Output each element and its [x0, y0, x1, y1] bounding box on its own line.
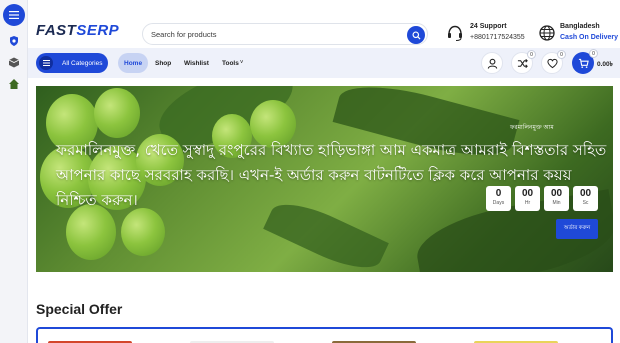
page: FASTSERP 24 Support +8801717524355 Bangl… — [0, 0, 620, 343]
countdown-days-value: 0 — [495, 188, 502, 199]
countdown-days: 0 Days — [486, 186, 511, 211]
cart-count-badge: 0 — [589, 49, 598, 58]
nav-home[interactable]: Home — [118, 53, 149, 73]
countdown-days-unit: Days — [492, 200, 505, 206]
nav-tools-label: Tools — [222, 59, 239, 67]
menu-icon — [9, 11, 19, 19]
left-rail — [0, 0, 28, 343]
box-icon[interactable] — [8, 56, 20, 68]
support-title: 24 Support — [470, 23, 507, 30]
countdown-minutes-value: 00 — [550, 188, 563, 199]
nav-tools[interactable]: Tools ˅ — [222, 53, 243, 73]
nav-wishlist[interactable]: Wishlist — [184, 53, 209, 73]
nav-shop[interactable]: Shop — [155, 53, 171, 73]
search-input[interactable] — [151, 27, 401, 42]
hero-tagline: ফরমালিনমুক্ত আম — [510, 125, 554, 131]
special-offer-heading: Special Offer — [36, 301, 123, 317]
wishlist-count-badge: 0 — [557, 50, 566, 59]
site-logo[interactable]: FASTSERP — [36, 22, 119, 39]
countdown-hours-value: 00 — [521, 188, 534, 199]
all-categories-label: All Categories — [62, 59, 103, 67]
support-phone[interactable]: +8801717524355 — [470, 34, 525, 41]
special-offer-container — [36, 327, 613, 343]
rail-menu-button[interactable] — [3, 4, 25, 26]
country-block[interactable]: Bangladesh Cash On Delivery — [538, 22, 620, 48]
globe-icon — [539, 25, 555, 41]
countdown-hours-unit: Hr — [524, 200, 531, 206]
headset-icon — [448, 25, 462, 41]
order-now-button[interactable]: অর্ডার করুন — [556, 219, 598, 239]
search-button[interactable] — [407, 26, 425, 44]
countdown-seconds-value: 00 — [579, 188, 592, 199]
countdown-minutes-unit: Min — [552, 200, 561, 206]
account-button[interactable] — [481, 52, 503, 74]
hero-banner: ফরমালিনমুক্ত আম ফরমালিনমুক্ত, খেতে সুস্ব… — [36, 86, 613, 272]
search-icon — [411, 30, 421, 40]
hamburger-icon — [39, 56, 53, 70]
logo-fast: FAST — [36, 22, 77, 39]
wishlist-button[interactable]: 0 — [541, 50, 566, 74]
compare-count-badge: 0 — [527, 50, 536, 59]
main-navbar: All Categories Home Shop Wishlist Tools ˅… — [28, 48, 620, 78]
mango-image — [94, 88, 140, 138]
cart-icon — [578, 58, 589, 68]
search-bar — [142, 23, 428, 45]
all-categories-button[interactable]: All Categories — [36, 53, 108, 73]
shuffle-icon — [517, 58, 528, 68]
country-name: Bangladesh — [560, 23, 600, 30]
cart-button[interactable]: 0 — [572, 49, 598, 74]
countdown-seconds: 00 Sc — [573, 186, 598, 211]
heart-icon — [546, 58, 558, 68]
compare-button[interactable]: 0 — [511, 50, 536, 74]
logo-serp: SERP — [76, 22, 120, 39]
countdown-minutes: 00 Min — [544, 186, 569, 211]
chevron-down-icon: ˅ — [239, 60, 244, 66]
mango-image — [121, 208, 165, 256]
user-icon — [487, 58, 497, 69]
payment-method: Cash On Delivery — [560, 34, 618, 41]
cart-total: 0.00৳ — [597, 61, 613, 68]
house-icon[interactable] — [8, 78, 20, 90]
countdown-hours: 00 Hr — [515, 186, 540, 211]
shield-icon[interactable] — [8, 35, 20, 47]
countdown-seconds-unit: Sc — [582, 200, 589, 206]
support-block[interactable]: 24 Support +8801717524355 — [446, 22, 536, 48]
